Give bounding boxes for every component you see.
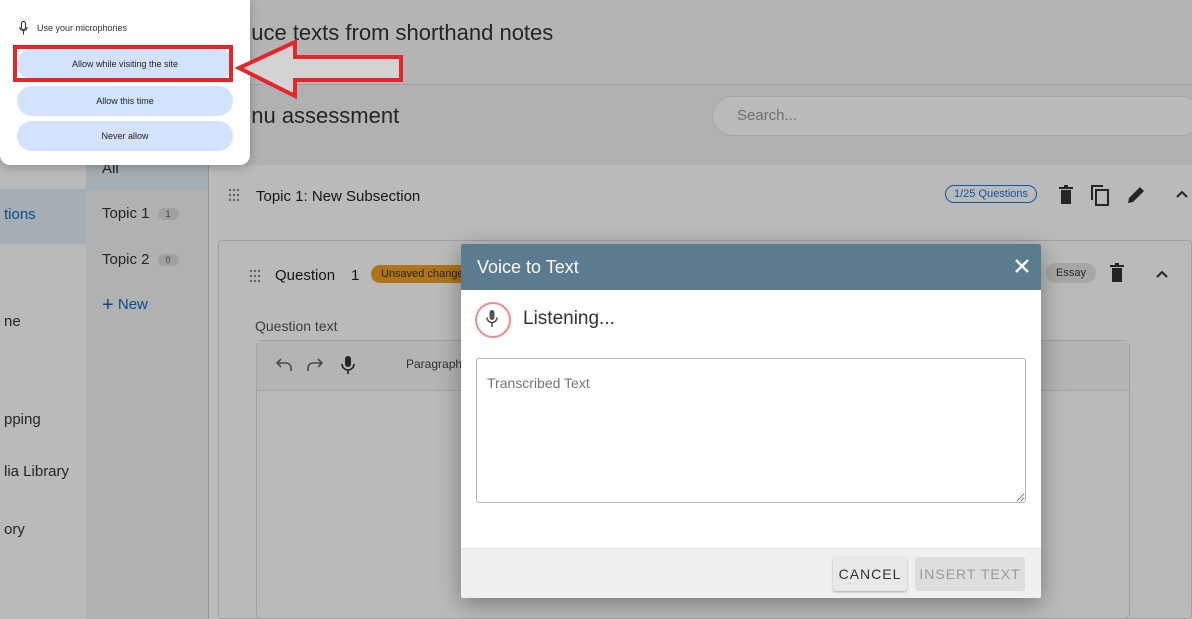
- highlight-box: [13, 45, 233, 82]
- microphone-permission-popup: Use your microphones Allow while visitin…: [0, 0, 250, 165]
- voice-to-text-dialog: Voice to Text Listening... CANCEL INSERT…: [461, 244, 1041, 598]
- never-allow-button[interactable]: Never allow: [17, 121, 233, 151]
- dialog-header: Voice to Text: [461, 244, 1041, 290]
- microphone-icon: [19, 21, 28, 35]
- listening-indicator: [475, 302, 511, 338]
- annotation-arrow: [234, 38, 403, 100]
- allow-this-time-button[interactable]: Allow this time: [17, 86, 233, 116]
- close-icon[interactable]: [1011, 255, 1033, 277]
- insert-text-button[interactable]: INSERT TEXT: [915, 557, 1025, 591]
- dialog-footer: CANCEL INSERT TEXT: [461, 548, 1041, 598]
- transcribed-text-field[interactable]: [476, 358, 1026, 503]
- permission-label: Use your microphones: [37, 23, 128, 33]
- microphone-icon: [486, 309, 498, 328]
- cancel-button[interactable]: CANCEL: [833, 557, 907, 591]
- dialog-title: Voice to Text: [477, 257, 579, 277]
- listening-status: Listening...: [523, 308, 615, 329]
